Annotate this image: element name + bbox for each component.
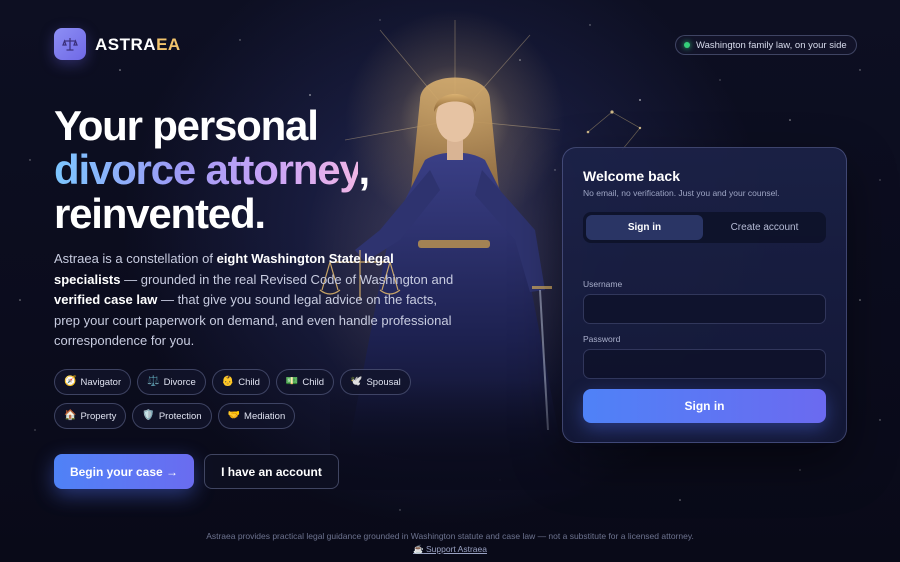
chip-mediation[interactable]: 🤝 Mediation — [217, 403, 296, 429]
baby-icon: 👶 — [221, 376, 235, 387]
chip-label: Navigator — [80, 376, 122, 388]
chip-spousal[interactable]: 🕊️ Spousal — [340, 369, 411, 395]
logo-mark[interactable] — [54, 28, 86, 60]
support-row: ☕ Support Astraea — [0, 544, 900, 555]
sign-in-button[interactable]: Sign in — [583, 389, 826, 423]
support-label: Support Astraea — [426, 544, 487, 554]
hero-title: Your personal divorce attorney, reinvent… — [54, 102, 370, 237]
chip-divorce[interactable]: ⚖️ Divorce — [137, 369, 206, 395]
username-label: Username — [583, 279, 623, 289]
house-icon: 🏠 — [64, 410, 77, 421]
scales-logo-icon — [62, 38, 78, 51]
chip-label: Protection — [158, 410, 202, 422]
login-subtitle: No email, no verification. Just you and … — [583, 188, 780, 198]
hero-description: Astraea is a constellation of eight Wash… — [54, 249, 454, 352]
hero-title-line2: divorce attorney, — [54, 146, 370, 193]
chip-label: Child — [302, 376, 324, 388]
compass-icon: 🧭 — [64, 376, 77, 387]
brand-main: ASTRA — [95, 35, 157, 54]
money-icon: 💵 — [285, 376, 299, 387]
username-input[interactable] — [583, 294, 826, 324]
tab-create-account[interactable]: Create account — [706, 215, 823, 240]
chip-child-custody[interactable]: 👶 Child — [211, 369, 270, 395]
status-dot-icon — [684, 42, 690, 48]
password-label: Password — [583, 334, 621, 344]
tab-sign-in[interactable]: Sign in — [586, 215, 703, 240]
brand-accent: EA — [156, 35, 181, 54]
scales-icon: ⚖️ — [147, 376, 160, 387]
hero-body-bold: verified case law — [54, 292, 158, 307]
hero-title-line1: Your personal — [54, 102, 319, 149]
chip-label: Mediation — [244, 410, 286, 422]
hero-title-line3: reinvented. — [54, 190, 266, 237]
chip-label: Child — [238, 376, 260, 388]
chip-label: Property — [80, 410, 117, 422]
legal-disclaimer: Astraea provides practical legal guidanc… — [206, 531, 694, 541]
brand-wordmark[interactable]: ASTRAEA — [95, 35, 181, 55]
chip-child-support[interactable]: 💵 Child — [275, 369, 334, 395]
dove-icon: 🕊️ — [350, 376, 363, 387]
status-text: Washington family law, on your side — [696, 39, 847, 51]
chip-protection[interactable]: 🛡️ Protection — [132, 403, 212, 429]
login-card: Welcome back No email, no verification. … — [562, 147, 847, 443]
chip-property[interactable]: 🏠 Property — [54, 403, 127, 429]
specialist-chips: 🧭 Navigator ⚖️ Divorce 👶 Child 💵 Child 🕊️ Spo… — [54, 369, 484, 429]
hero-body-text: — grounded in the real Revised Code of W… — [120, 271, 454, 287]
chip-navigator[interactable]: 🧭 Navigator — [54, 369, 132, 395]
shield-icon: 🛡️ — [142, 410, 155, 421]
chip-label: Spousal — [366, 376, 401, 388]
handshake-icon: 🤝 — [227, 410, 241, 421]
auth-tabs: Sign in Create account — [583, 212, 826, 243]
coffee-icon: ☕ — [413, 544, 424, 554]
hero-title-comma: , — [358, 146, 370, 193]
begin-case-button[interactable]: Begin your case → — [54, 454, 194, 489]
hero-body-text: Astraea is a constellation of — [54, 251, 217, 266]
chip-label: Divorce — [163, 376, 196, 388]
support-link[interactable]: ☕ Support Astraea — [413, 544, 487, 554]
login-title: Welcome back — [583, 168, 681, 184]
password-input[interactable] — [583, 349, 826, 379]
hero-title-gradient: divorce attorney — [54, 146, 360, 193]
status-pill: Washington family law, on your side — [675, 35, 857, 55]
have-account-button[interactable]: I have an account — [204, 454, 339, 489]
